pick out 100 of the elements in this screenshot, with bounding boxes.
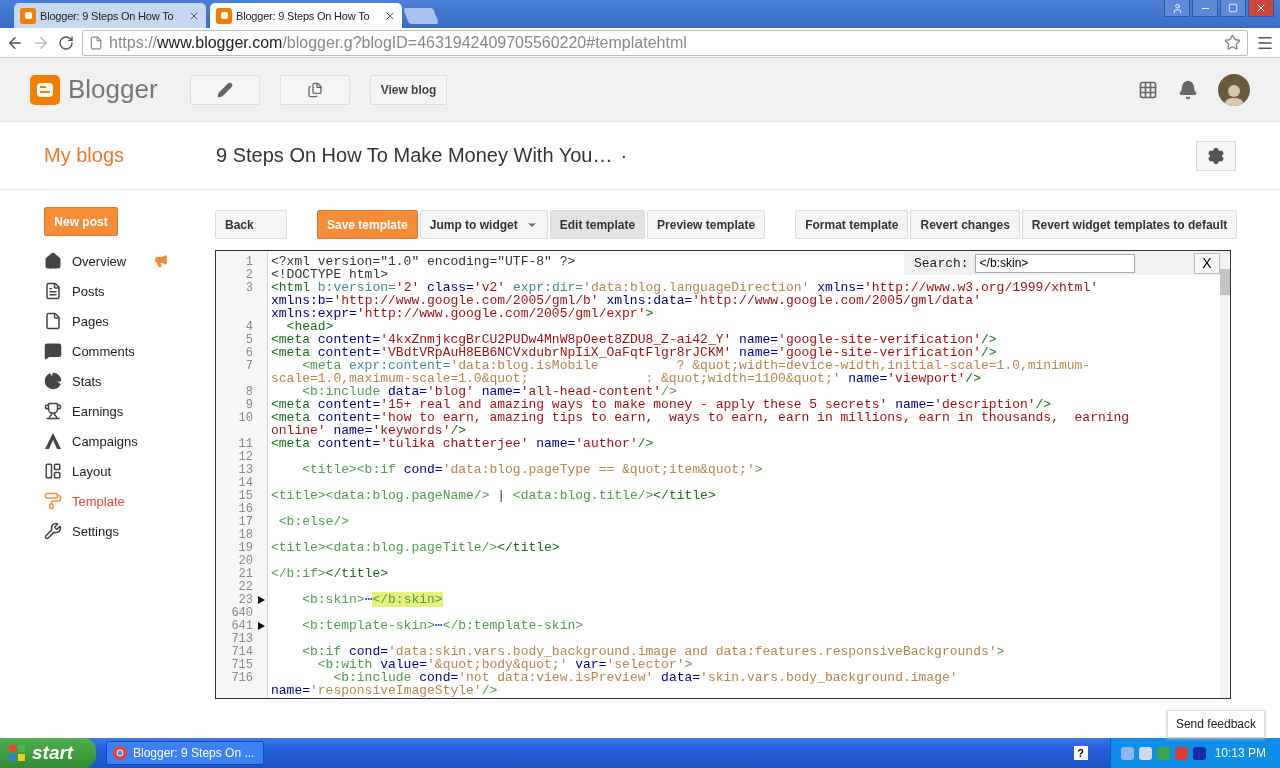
code-line: <b:include cond='not data:view.isPreview' data='skin.vars.body_background.image'	[332, 671, 958, 684]
blogger-logo[interactable]: Blogger	[30, 74, 158, 105]
sidebar-item[interactable]: Earnings	[72, 403, 124, 419]
line-number: 16	[238, 501, 253, 516]
line-number: 5	[245, 332, 253, 347]
line-number: 15	[238, 488, 253, 503]
line-number: 18	[238, 527, 253, 542]
line-number: 640	[231, 605, 253, 620]
url-text: https://www.blogger.com/blogger.g?blogID=4631942409705560220#templatehtml	[109, 33, 687, 52]
taskbar-item[interactable]: Blogger: 9 Steps On ...	[106, 741, 264, 765]
code-line: <b:skin>⋯</b:skin>	[301, 593, 443, 606]
line-number: 12	[238, 449, 253, 464]
comment-icon	[44, 342, 62, 360]
toolbar-button[interactable]: Format template	[795, 210, 909, 239]
fold-arrow-icon[interactable]	[258, 596, 265, 604]
campaign-icon	[44, 432, 62, 450]
search-label: Search:	[914, 255, 969, 271]
sidebar-item[interactable]: Layout	[72, 463, 112, 479]
posts-icon	[44, 282, 62, 300]
close-search-button[interactable]: X	[1194, 252, 1220, 274]
sidebar-item[interactable]: Overview	[72, 253, 127, 269]
avatar[interactable]	[1218, 73, 1250, 106]
clock: 10:13 PM	[1214, 746, 1266, 760]
sidebar-item[interactable]: Campaigns	[72, 433, 138, 449]
blogger-icon	[20, 7, 36, 24]
toolbar-button[interactable]: Edit template	[549, 210, 646, 239]
toolbar-button[interactable]: Jump to widget	[419, 210, 548, 239]
line-number: 8	[245, 384, 253, 399]
reload-icon[interactable]	[58, 34, 74, 51]
toolbar-button[interactable]: Revert changes	[910, 210, 1020, 239]
apps-icon[interactable]	[1138, 79, 1158, 100]
line-number: 6	[245, 345, 253, 360]
browser-tab[interactable]: Blogger: 9 Steps On How To	[14, 3, 206, 28]
settings-button[interactable]	[1196, 140, 1236, 171]
blog-menu-dot[interactable]: ·	[620, 144, 628, 167]
line-number: 14	[238, 475, 253, 490]
code-line: <title><data:blog.pageTitle/></title>	[271, 541, 560, 554]
toolbar-button[interactable]: Revert widget templates to default	[1021, 210, 1238, 239]
maximize-icon	[1228, 3, 1238, 13]
blogger-icon	[216, 7, 232, 24]
maximize-button[interactable]	[1220, 0, 1246, 17]
code-line: <b:template-skin>⋯</b:template-skin>	[301, 619, 584, 632]
code-line: xmlns:b='http://www.google.com/2005/gml/b' xmlns:data='http://www.google.com/2005/gml/data'	[271, 294, 981, 307]
view-blog-button[interactable]: View blog	[369, 74, 448, 105]
sidebar-item[interactable]: Pages	[72, 313, 109, 329]
send-feedback-button[interactable]: Send feedback	[1166, 710, 1265, 738]
page-icon	[89, 35, 103, 50]
line-number: 10	[238, 410, 253, 425]
line-number: 20	[238, 553, 253, 568]
pie-chart-icon	[44, 372, 62, 390]
home-icon	[44, 252, 62, 270]
code-line: <meta content='15+ real and amazing ways to make money - apply these 5 secrets' name='description'/>	[271, 398, 1052, 411]
line-number: 23	[238, 592, 253, 607]
new-post-button[interactable]	[189, 74, 260, 105]
line-number: 2	[245, 267, 253, 282]
code-line: name='responsiveImageStyle'/>	[271, 684, 498, 697]
toolbar-button[interactable]: Preview template	[647, 210, 766, 239]
code-line: <meta content='tulika chatterjee' name='author'/>	[271, 437, 654, 450]
line-number: 9	[245, 397, 253, 412]
code-line: <meta content='VBdtVRpAuH8EB6NCVxdubrNpIiX_OaFqtFlgr8rJCKM' name='google-site-verification'/>	[271, 346, 997, 359]
documents-icon	[306, 81, 323, 98]
sidebar-item[interactable]: Stats	[72, 373, 102, 389]
posts-button[interactable]	[279, 74, 350, 105]
fold-arrow-icon[interactable]	[258, 622, 265, 630]
paint-roller-icon	[44, 492, 62, 510]
line-number: 21	[238, 566, 253, 581]
gear-icon	[1207, 146, 1225, 165]
blog-title: 9 Steps On How To Make Money With You…	[216, 144, 613, 167]
close-button[interactable]	[1248, 0, 1274, 17]
sidebar-item[interactable]: Template	[72, 493, 125, 509]
code-line: <b:else/>	[277, 515, 349, 528]
search-field[interactable]: </b:skin>	[974, 253, 1135, 273]
notification-icon[interactable]	[1178, 79, 1198, 100]
settings-icon	[44, 522, 62, 540]
star-icon[interactable]	[1224, 34, 1241, 51]
scrollbar[interactable]	[1220, 251, 1230, 698]
sidebar-item[interactable]: Settings	[72, 523, 119, 539]
user-button[interactable]	[1164, 0, 1190, 17]
code-line: <!DOCTYPE html>	[271, 268, 389, 281]
sidebar-item[interactable]: Posts	[72, 283, 105, 299]
line-number: 17	[238, 514, 253, 529]
sidebar-item[interactable]: Comments	[72, 343, 135, 359]
code-line: <b:include data='blog' name='all-head-content'/>	[302, 385, 677, 398]
layout-icon	[44, 462, 62, 480]
new-tab-button[interactable]	[403, 8, 439, 24]
pencil-icon	[216, 81, 233, 98]
code-line: </b:if></title>	[271, 567, 389, 580]
browser-tab[interactable]: Blogger: 9 Steps On How To	[210, 3, 402, 28]
help-icon[interactable]: ?	[1073, 746, 1088, 760]
line-number: 3	[245, 280, 253, 295]
code-line: <title><data:blog.pageName/> | <data:blog.title/></title>	[271, 489, 716, 502]
code-line: <?xml version="1.0" encoding="UTF-8" ?>	[271, 255, 576, 268]
code-line: <head>	[286, 320, 334, 333]
line-number: 19	[238, 540, 253, 555]
line-number: 641	[231, 618, 253, 633]
page-icon	[44, 312, 62, 330]
address-field[interactable]: https://www.blogger.com/blogger.g?blogID=4631942409705560220#templatehtml	[82, 29, 1248, 56]
code-line: <meta content='how to earn, amazing tips to earn, ways to earn, earn in millions, earn in thousands, earning	[271, 411, 1130, 424]
toolbar-button[interactable]: Back	[215, 210, 287, 239]
line-number: 714	[231, 644, 253, 659]
